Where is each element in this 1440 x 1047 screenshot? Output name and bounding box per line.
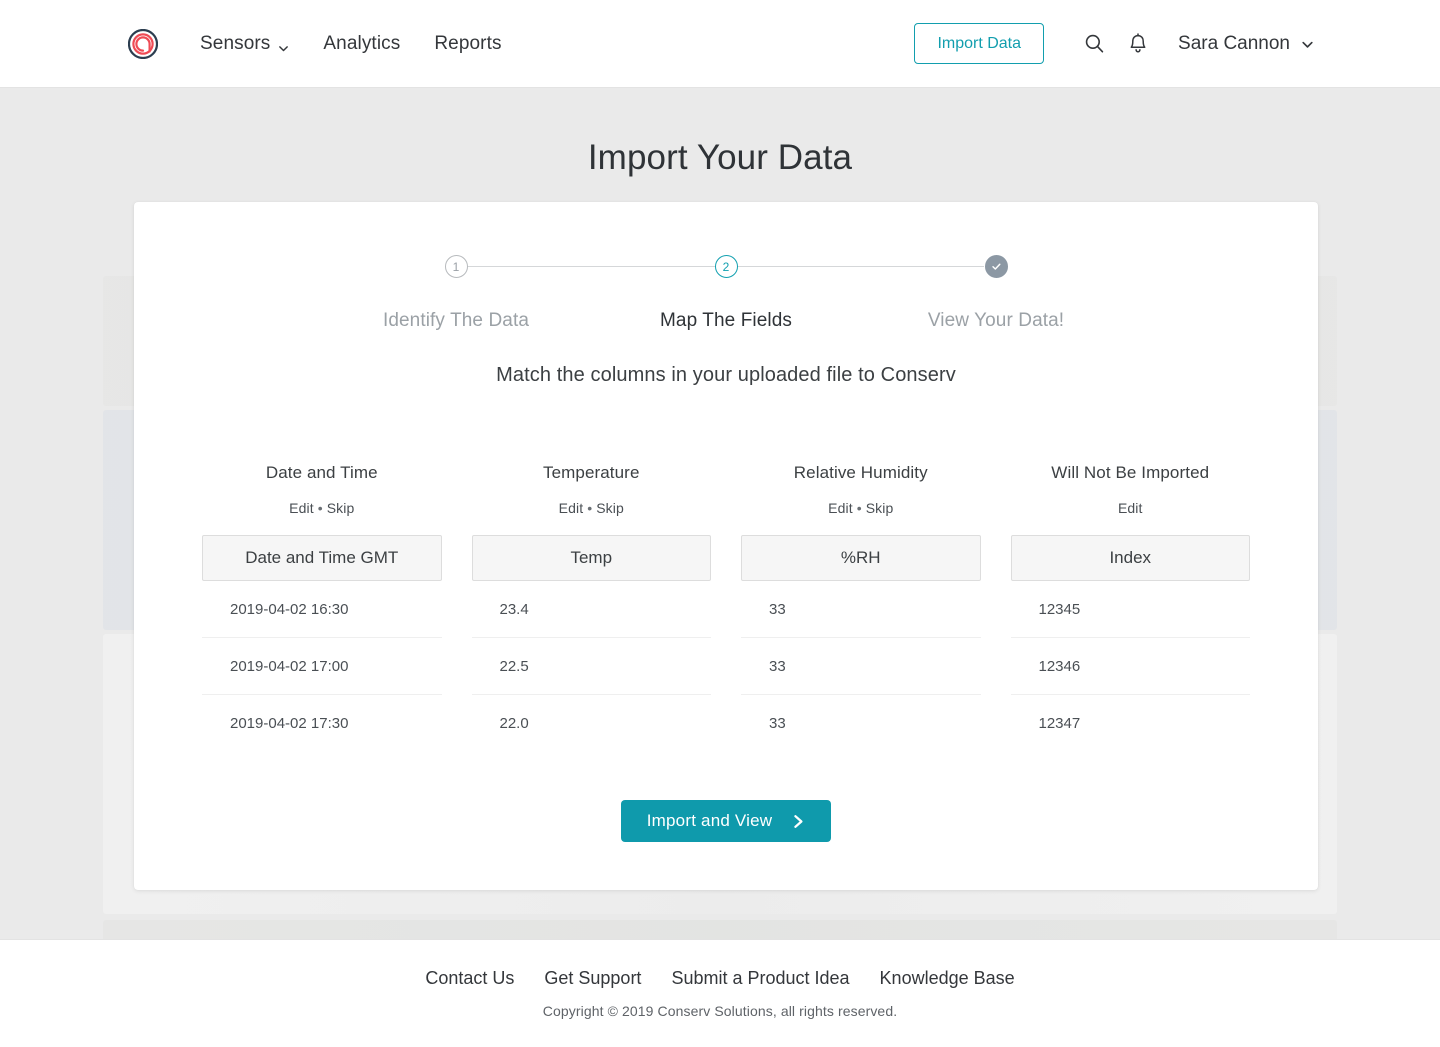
nav-item-sensors[interactable]: Sensors [200, 33, 289, 55]
edit-link[interactable]: Edit [1118, 500, 1143, 516]
mapping-column-title: Relative Humidity [793, 463, 928, 482]
search-icon[interactable] [1072, 22, 1116, 66]
source-column-field[interactable]: Temp [471, 535, 711, 581]
sample-value-row: 2019-04-02 16:30 [202, 581, 442, 638]
sample-value-row: 23.4 [471, 581, 711, 638]
sample-value-row: 2019-04-02 17:00 [202, 638, 442, 695]
nav-item-analytics[interactable]: Analytics [323, 33, 400, 55]
skip-link[interactable]: Skip [866, 500, 894, 516]
sample-values-list: 23.4 22.5 22.0 [471, 581, 711, 752]
primary-nav: Sensors Analytics Reports [200, 33, 502, 55]
instruction-text: Match the columns in your uploaded file … [496, 364, 956, 386]
user-name-label: Sara Cannon [1178, 32, 1290, 54]
header-actions: Import Data Sara Cannon [914, 22, 1313, 66]
sample-value-row: 33 [741, 581, 981, 638]
action-separator: • [856, 500, 862, 516]
stepper-label-2: Map The Fields [660, 310, 792, 331]
edit-link[interactable]: Edit [559, 500, 584, 516]
sample-value-row: 12346 [1010, 638, 1250, 695]
import-and-view-button[interactable]: Import and View [620, 800, 832, 842]
mapping-column-date-and-time: Date and Time Edit • Skip Date and Time GM… [202, 463, 442, 752]
conserv-spiral-logo-icon[interactable] [128, 28, 158, 59]
nav-item-sensors-label: Sensors [200, 32, 271, 54]
sample-value-row: 22.5 [471, 638, 711, 695]
chevron-down-icon [1301, 38, 1313, 49]
import-wizard-card: 1 Identify The Data 2 Map The Fields Vie… [134, 202, 1318, 890]
stepper-marker-2: 2 [714, 255, 738, 278]
mapping-column-will-not-be-imported: Will Not Be Imported Edit Index 12345 12… [1010, 463, 1251, 752]
nav-item-analytics-label: Analytics [323, 32, 401, 54]
stepper-step-view-your-data[interactable]: View Your Data! [861, 234, 1131, 332]
sample-value-row: 12345 [1010, 581, 1250, 638]
chevron-right-icon [792, 814, 805, 829]
page-footer: Contact Us Get Support Submit a Product … [0, 939, 1440, 1047]
bell-icon[interactable] [1116, 22, 1160, 66]
edit-link[interactable]: Edit [828, 500, 853, 516]
action-separator: • [587, 500, 593, 516]
footer-link-knowledge-base[interactable]: Knowledge Base [880, 968, 1015, 989]
mapping-column-actions: Edit • Skip [472, 500, 712, 516]
mapping-column-relative-humidity: Relative Humidity Edit • Skip %RH 33 33 33 [741, 463, 981, 752]
footer-links: Contact Us Get Support Submit a Product … [425, 968, 1014, 989]
submit-row: Import and View [134, 800, 1318, 842]
sample-value-row: 22.0 [499, 715, 529, 732]
top-navigation-bar: Sensors Analytics Reports Import Data Sa… [0, 0, 1440, 88]
source-column-field[interactable]: %RH [741, 535, 981, 581]
action-separator: • [317, 500, 323, 516]
stepper-marker-1: 1 [444, 255, 468, 278]
sample-value-row: 33 [769, 715, 786, 732]
mapping-column-actions: Edit [1011, 500, 1251, 516]
footer-link-submit-a-product-idea[interactable]: Submit a Product Idea [671, 968, 849, 989]
user-menu[interactable]: Sara Cannon [1178, 32, 1313, 55]
source-column-field[interactable]: Index [1010, 535, 1250, 581]
edit-link[interactable]: Edit [289, 500, 314, 516]
wizard-stepper: 1 Identify The Data 2 Map The Fields Vie… [321, 234, 1131, 334]
footer-link-get-support[interactable]: Get Support [544, 968, 641, 989]
page-title: Import Your Data [587, 138, 853, 177]
mapping-column-title: Will Not Be Imported [1051, 463, 1210, 482]
sample-values-list: 12345 12346 12347 [1010, 581, 1250, 752]
sample-values-list: 2019-04-02 16:30 2019-04-02 17:00 2019-0… [202, 581, 442, 752]
nav-item-reports[interactable]: Reports [434, 33, 501, 55]
sample-value-row: 33 [741, 638, 981, 695]
mapping-column-actions: Edit • Skip [202, 500, 442, 516]
stepper-step-identify-the-data[interactable]: 1 Identify The Data [321, 234, 591, 332]
chevron-down-icon [278, 38, 289, 52]
stepper-step-map-the-fields[interactable]: 2 Map The Fields [591, 234, 861, 332]
stepper-label-1: Identify The Data [382, 310, 530, 331]
column-mapping-grid: Date and Time Edit • Skip Date and Time GM… [134, 463, 1318, 752]
stepper-label-3: View Your Data! [927, 310, 1065, 331]
import-and-view-label: Import and View [646, 811, 773, 830]
main-content: Import Your Data 1 Identify The Data 2 M… [0, 88, 1440, 939]
import-data-button[interactable]: Import Data [914, 22, 1045, 65]
skip-link[interactable]: Skip [327, 500, 355, 516]
sample-value-row: 2019-04-02 17:30 [230, 715, 349, 732]
mapping-column-temperature: Temperature Edit • Skip Temp 23.4 22.5 22.… [471, 463, 712, 752]
source-column-field[interactable]: Date and Time GMT [202, 535, 442, 581]
skip-link[interactable]: Skip [596, 500, 624, 516]
footer-link-contact-us[interactable]: Contact Us [425, 968, 514, 989]
mapping-column-title: Temperature [542, 463, 640, 482]
check-icon [984, 255, 1008, 278]
sample-values-list: 33 33 33 [741, 581, 981, 752]
sample-value-row: 12347 [1038, 715, 1081, 732]
mapping-column-title: Date and Time [265, 463, 378, 482]
nav-item-reports-label: Reports [434, 32, 502, 54]
copyright-text: Copyright © 2019 Conserv Solutions, all … [542, 1003, 898, 1019]
mapping-column-actions: Edit • Skip [741, 500, 981, 516]
